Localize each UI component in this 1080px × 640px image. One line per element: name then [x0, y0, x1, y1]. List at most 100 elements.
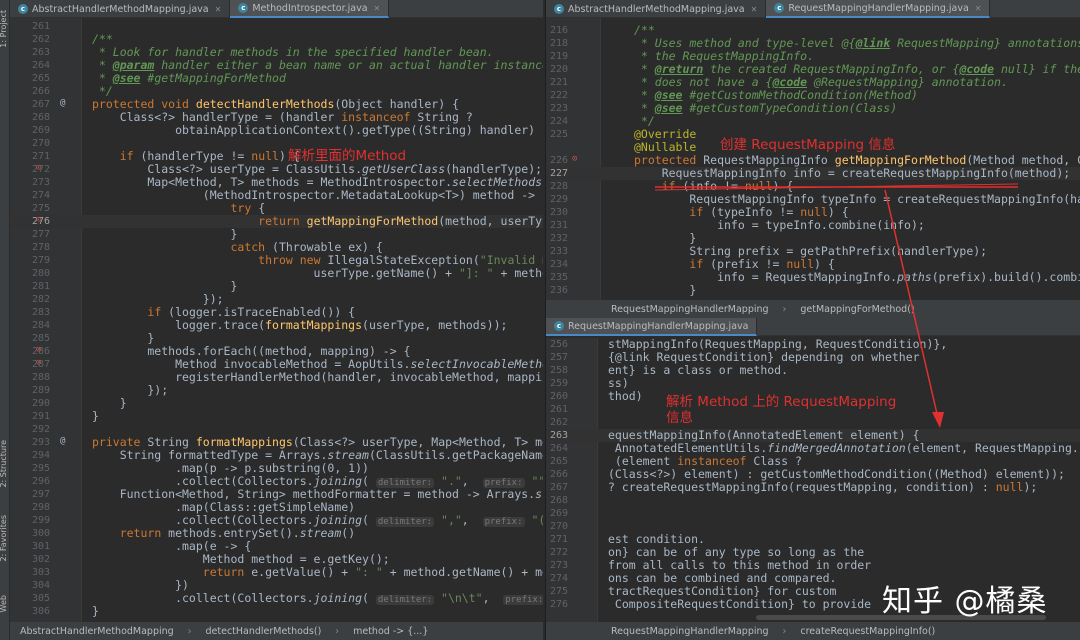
right-top-tab-bar: c AbstractHandlerMethodMapping.java ✕ c Req… — [546, 0, 1080, 18]
line-number: 261 — [549, 404, 568, 415]
line-number: 225 — [549, 129, 568, 140]
tab-request-mapping-handler-mapping[interactable]: c RequestMappingHandlerMapping.java ✕ — [766, 0, 991, 18]
line-number: 266 — [31, 86, 50, 97]
sidebar-tab-favorites[interactable]: 2: Favorites — [0, 515, 8, 561]
line-number: 224 — [549, 116, 568, 127]
line-number: 257 — [549, 352, 568, 363]
code-line[interactable]: thod) — [608, 390, 643, 403]
line-number: 306 — [31, 606, 50, 617]
close-icon[interactable]: ✕ — [215, 5, 222, 14]
line-number: 293 — [31, 437, 50, 448]
line-number: 291 — [31, 411, 50, 422]
code-line[interactable]: } — [92, 605, 99, 618]
line-number: 274 — [549, 573, 568, 584]
line-number: 256 — [549, 339, 568, 350]
code-line[interactable]: logger.trace(formatMappings(userType, me… — [92, 319, 507, 332]
tab-label: AbstractHandlerMethodMapping.java — [32, 3, 209, 15]
override-gutter-icon[interactable]: @ — [60, 436, 65, 446]
tab-abstract-handler-method-mapping[interactable]: c AbstractHandlerMethodMapping.java ✕ — [546, 0, 767, 18]
close-icon[interactable]: ✕ — [975, 4, 982, 13]
line-number: 267 — [31, 99, 50, 110]
tab-request-mapping-handler-mapping[interactable]: c RequestMappingHandlerMapping.java — [546, 318, 758, 336]
recursion-gutter-icon[interactable]: ⊙ — [36, 345, 41, 355]
line-number: 264 — [31, 60, 50, 71]
recursion-gutter-icon[interactable]: ⊙ — [572, 154, 577, 164]
line-number: 262 — [31, 34, 50, 45]
code-line[interactable]: * @see #getCustomTypeCondition(Class) — [634, 102, 897, 115]
code-line[interactable]: } — [92, 410, 99, 423]
right-top-code-area[interactable]: 216/** 218 * Uses method and type-level @… — [546, 18, 1080, 300]
line-number: 300 — [31, 528, 50, 539]
recursion-gutter-icon[interactable]: ⊙ — [36, 358, 41, 368]
line-number: 228 — [549, 181, 568, 192]
right-top-editor-pane: c AbstractHandlerMethodMapping.java ✕ c Req… — [545, 0, 1080, 318]
breadcrumb-item[interactable]: createRequestMappingInfo() — [800, 626, 935, 637]
line-number: 265 — [31, 73, 50, 84]
line-number: 269 — [549, 508, 568, 519]
line-number: 286 — [31, 346, 50, 357]
sidebar-tab-project[interactable]: 1: Project — [0, 10, 8, 48]
line-number: 298 — [31, 502, 50, 513]
line-number: 219 — [549, 51, 568, 62]
line-number: 276 — [549, 599, 568, 610]
line-number: 271 — [549, 534, 568, 545]
line-number: 288 — [31, 372, 50, 383]
line-number: 274 — [31, 190, 50, 201]
line-number: 268 — [31, 112, 50, 123]
left-tab-bar: c AbstractHandlerMethodMapping.java ✕ c Met… — [10, 0, 543, 18]
line-number: 234 — [549, 259, 568, 270]
line-number: 304 — [31, 580, 50, 591]
line-number: 287 — [31, 359, 50, 370]
code-line[interactable]: info = RequestMappingInfo.paths(prefix).… — [634, 271, 1080, 284]
recursion-gutter-icon[interactable]: ⊙ — [36, 163, 41, 173]
line-number: 276 — [31, 216, 50, 227]
line-number: 263 — [549, 430, 568, 441]
line-number: 290 — [31, 398, 50, 409]
breadcrumb-item[interactable]: AbstractHandlerMethodMapping — [20, 626, 174, 637]
recursion-gutter-icon[interactable]: ⊙ — [36, 215, 41, 225]
breadcrumb-separator: › — [782, 303, 787, 315]
line-number: 235 — [549, 272, 568, 283]
breadcrumb-item[interactable]: RequestMappingHandlerMapping — [611, 304, 769, 315]
code-line[interactable]: obtainApplicationContext().getType((Stri… — [92, 124, 543, 137]
line-number: 299 — [31, 515, 50, 526]
override-gutter-icon[interactable]: @ — [60, 98, 65, 108]
line-number: 285 — [31, 333, 50, 344]
line-number: 268 — [549, 495, 568, 506]
breadcrumb-separator: › — [187, 625, 192, 637]
line-number: 294 — [31, 450, 50, 461]
java-class-icon: c — [238, 3, 249, 13]
breadcrumb-item[interactable]: RequestMappingHandlerMapping — [611, 626, 769, 637]
tab-method-introspector[interactable]: c MethodIntrospector.java ✕ — [230, 0, 390, 18]
annotation-parse-requestmapping: 解析 Method 上的 RequestMapping — [666, 394, 897, 410]
breadcrumb-item[interactable]: detectHandlerMethods() — [206, 626, 322, 637]
line-number: 295 — [31, 463, 50, 474]
code-line[interactable]: } — [634, 284, 696, 297]
annotation-create-info: 创建 RequestMapping 信息 — [720, 137, 896, 153]
close-icon[interactable]: ✕ — [374, 4, 381, 13]
left-code-area[interactable]: 261 262/** 263 * Look for handler methods … — [10, 18, 543, 622]
code-line[interactable]: ent} is a class or method. — [608, 364, 788, 377]
line-number: 273 — [31, 177, 50, 188]
line-number — [546, 141, 568, 154]
line-number: 277 — [31, 229, 50, 240]
line-number: 279 — [31, 255, 50, 266]
line-number: 297 — [31, 489, 50, 500]
java-class-icon: c — [774, 3, 785, 13]
code-line[interactable]: * @see #getMappingForMethod — [92, 72, 286, 85]
line-number: 221 — [549, 77, 568, 88]
code-line[interactable]: .collect(Collectors.joining( delimiter: … — [92, 592, 543, 605]
close-icon[interactable]: ✕ — [751, 5, 758, 14]
breadcrumb-item[interactable]: getMappingForMethod() — [800, 304, 914, 315]
line-number: 275 — [31, 203, 50, 214]
line-number: 292 — [31, 424, 50, 435]
line-number: 302 — [31, 554, 50, 565]
sidebar-tab-web[interactable]: Web — [0, 595, 8, 612]
tab-abstract-handler-method-mapping[interactable]: c AbstractHandlerMethodMapping.java ✕ — [10, 0, 231, 18]
line-number: 233 — [549, 246, 568, 257]
breadcrumb-item[interactable]: method -> {...} — [353, 626, 428, 637]
code-line[interactable]: ? createRequestMappingInfo(requestMappin… — [608, 481, 1037, 494]
line-number: 301 — [31, 541, 50, 552]
code-line[interactable]: CompositeRequestCondition} to provide — [608, 598, 871, 611]
sidebar-tab-structure[interactable]: 2: Structure — [0, 440, 8, 488]
